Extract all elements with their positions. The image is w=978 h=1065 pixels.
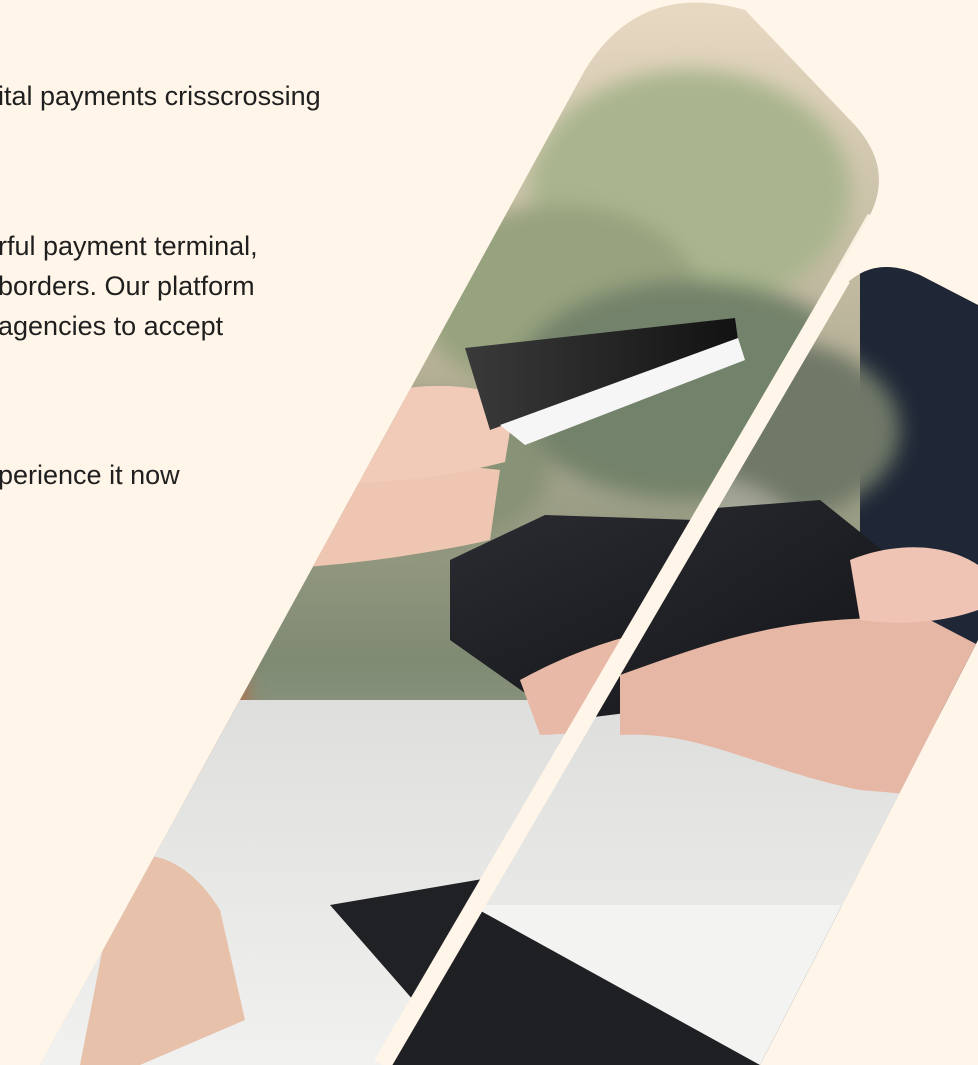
hero-visual: [40, 2, 978, 1065]
page: ital payments crisscrossing rful payment…: [0, 0, 978, 1065]
